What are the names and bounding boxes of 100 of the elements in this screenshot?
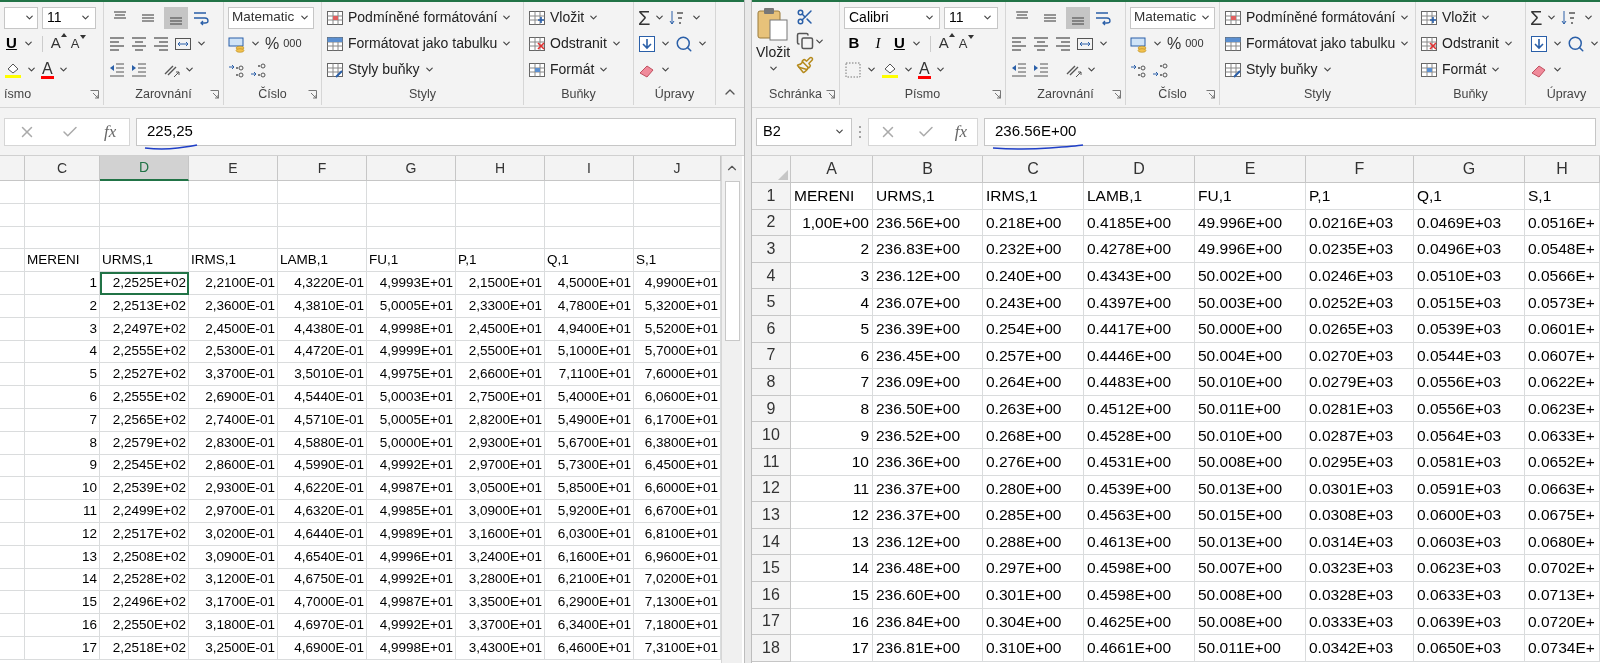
caret-icon[interactable] [423, 64, 435, 75]
font-size-dropdown[interactable]: 11 [42, 6, 96, 29]
cells-menu-button[interactable]: Odstranit [1420, 32, 1521, 55]
dialog-launcher-icon[interactable] [90, 90, 99, 99]
row-header[interactable]: 7 [752, 342, 791, 370]
row-header[interactable]: 16 [752, 581, 791, 609]
caret-icon[interactable] [250, 38, 261, 49]
caret-icon[interactable] [910, 38, 922, 49]
formula-input[interactable]: 225,25 [136, 117, 736, 146]
percent-button[interactable]: % [265, 31, 280, 56]
caret-icon[interactable] [1552, 64, 1563, 75]
row-header[interactable]: 1 [752, 183, 791, 210]
conditional-formatting-icon[interactable] [1224, 8, 1242, 27]
align-left-icon[interactable] [108, 34, 126, 53]
caret-icon[interactable] [184, 64, 195, 75]
row-header[interactable]: 9 [752, 395, 791, 423]
thousands-separator-button[interactable]: 000 [283, 35, 302, 52]
caret-icon[interactable] [697, 38, 708, 49]
row-header[interactable]: 4 [752, 262, 791, 290]
caret-icon[interactable] [934, 64, 946, 75]
styles-menu-button[interactable]: Formátovat jako tabulku [1224, 32, 1411, 55]
row-header[interactable]: 13 [752, 502, 791, 529]
caret-icon[interactable] [80, 12, 91, 23]
caret-icon[interactable] [866, 64, 877, 75]
caret-icon[interactable] [767, 63, 779, 74]
caret-icon[interactable] [691, 12, 703, 23]
cells-menu-button[interactable]: Vložit [528, 6, 629, 29]
caret-icon[interactable] [1480, 12, 1492, 23]
font-color-button[interactable]: A [41, 60, 54, 79]
caret-icon[interactable] [1589, 38, 1600, 49]
row-header[interactable]: 11 [752, 448, 791, 476]
fill-down-icon[interactable] [638, 34, 656, 53]
grip-icon[interactable] [858, 124, 862, 139]
column-header[interactable]: D [100, 156, 189, 181]
format-cells-icon[interactable] [528, 60, 546, 79]
paste-button[interactable]: Vložit [756, 6, 791, 74]
column-header[interactable]: B [873, 156, 983, 183]
caret-icon[interactable] [1200, 12, 1211, 23]
cell-styles-icon[interactable] [1224, 60, 1242, 79]
styles-menu-button[interactable]: Podmíněné formátování [1224, 6, 1411, 29]
caret-icon[interactable] [26, 64, 37, 75]
column-header[interactable]: I [545, 156, 634, 181]
styles-menu-button[interactable]: Podmíněné formátování [326, 6, 519, 29]
dialog-launcher-icon[interactable] [210, 90, 219, 99]
format-painter-icon[interactable] [796, 56, 815, 74]
caret-icon[interactable] [501, 12, 513, 23]
conditional-formatting-icon[interactable] [326, 8, 344, 27]
percent-button[interactable]: % [1167, 31, 1182, 56]
caret-icon[interactable] [660, 38, 671, 49]
underline-button[interactable]: U [4, 32, 19, 55]
caret-icon[interactable] [660, 64, 671, 75]
row-header[interactable]: 14 [752, 528, 791, 556]
delete-cells-icon[interactable] [1420, 34, 1438, 53]
column-header[interactable]: G [367, 156, 456, 181]
caret-icon[interactable] [834, 126, 845, 137]
grow-font-button[interactable]: A [50, 32, 67, 55]
insert-cells-icon[interactable] [1420, 8, 1438, 27]
column-header[interactable]: F [278, 156, 367, 181]
styles-menu-button[interactable]: Formátovat jako tabulku [326, 32, 519, 55]
caret-icon[interactable] [982, 12, 993, 23]
increase-indent-icon[interactable] [1032, 60, 1050, 79]
caret-icon[interactable] [654, 12, 666, 23]
dialog-launcher-icon[interactable] [992, 90, 1001, 99]
caret-icon[interactable] [610, 38, 622, 49]
caret-icon[interactable] [1098, 38, 1109, 49]
shrink-font-button[interactable]: A [70, 33, 86, 54]
decrease-decimal-icon[interactable] [1152, 60, 1170, 79]
caret-icon[interactable] [57, 64, 69, 75]
vertical-scrollbar[interactable] [721, 156, 742, 663]
align-center-icon[interactable] [1032, 34, 1050, 53]
column-header[interactable]: E [1195, 156, 1306, 183]
decrease-indent-icon[interactable] [108, 60, 126, 79]
align-center-icon[interactable] [130, 34, 148, 53]
row-header[interactable]: 6 [752, 315, 791, 343]
cells-menu-button[interactable]: Odstranit [528, 32, 629, 55]
caret-icon[interactable] [501, 38, 513, 49]
autosum-button[interactable]: Σ [638, 7, 651, 28]
column-header[interactable]: H [456, 156, 545, 181]
caret-icon[interactable] [1546, 12, 1558, 23]
caret-icon[interactable] [1086, 64, 1097, 75]
align-right-icon[interactable] [1054, 34, 1072, 53]
caret-icon[interactable] [598, 64, 610, 75]
italic-button[interactable]: I [868, 32, 888, 55]
format-table-icon[interactable] [326, 34, 344, 53]
caret-icon[interactable] [903, 64, 914, 75]
caret-icon[interactable] [196, 38, 207, 49]
delete-cells-icon[interactable] [528, 34, 546, 53]
caret-icon[interactable] [1399, 12, 1411, 23]
caret-icon[interactable] [588, 12, 600, 23]
insert-cells-icon[interactable] [528, 8, 546, 27]
row-header[interactable]: 10 [752, 422, 791, 449]
bold-button[interactable]: B [844, 32, 864, 55]
align-left-icon[interactable] [1010, 34, 1028, 53]
caret-icon[interactable] [1321, 64, 1333, 75]
styles-menu-button[interactable]: Styly buňky [1224, 58, 1411, 81]
search-icon[interactable] [1567, 34, 1585, 53]
dialog-launcher-icon[interactable] [826, 90, 835, 99]
align-right-icon[interactable] [152, 34, 170, 53]
decrease-indent-icon[interactable] [1010, 60, 1028, 79]
caret-up-icon[interactable] [948, 32, 955, 38]
